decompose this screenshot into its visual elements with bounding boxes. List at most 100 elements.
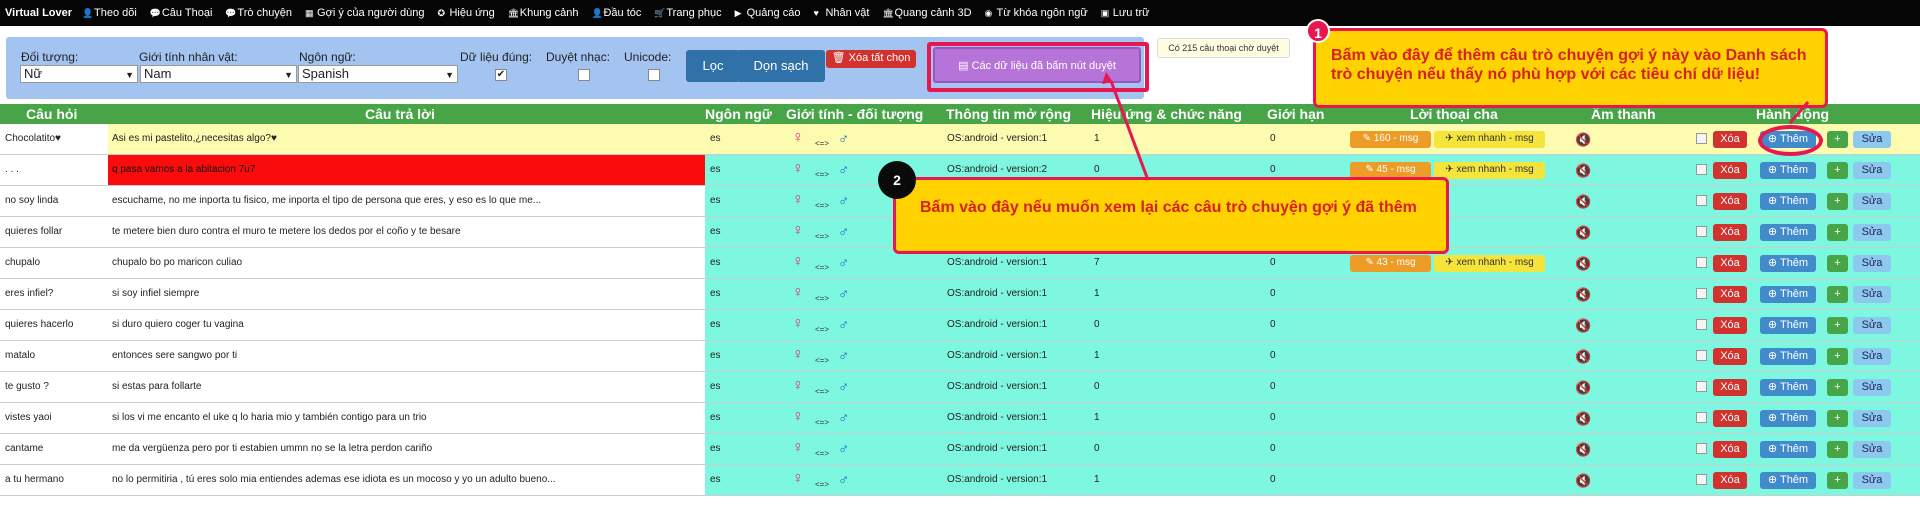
- plus-button[interactable]: +: [1827, 193, 1848, 210]
- nav-item-0[interactable]: 👤 Theo dõi: [82, 7, 137, 19]
- plus-button[interactable]: +: [1827, 379, 1848, 396]
- plus-button[interactable]: +: [1827, 410, 1848, 427]
- subject-select[interactable]: Nữ ▼: [20, 65, 138, 83]
- row-select-checkbox[interactable]: [1696, 443, 1707, 454]
- edit-button[interactable]: Sửa: [1853, 410, 1891, 427]
- delete-button[interactable]: Xóa: [1713, 255, 1747, 272]
- plus-button[interactable]: +: [1827, 472, 1848, 489]
- valid-data-checkbox[interactable]: ✔: [495, 69, 507, 81]
- add-button[interactable]: ⊕ Thêm: [1760, 255, 1816, 272]
- nav-item-6[interactable]: 👤 Đầu tóc: [591, 7, 641, 19]
- nav-item-7[interactable]: 🛒 Trang phục: [654, 7, 721, 19]
- delete-button[interactable]: Xóa: [1713, 131, 1747, 148]
- delete-button[interactable]: Xóa: [1713, 410, 1747, 427]
- plus-button[interactable]: +: [1827, 255, 1848, 272]
- add-button[interactable]: ⊕ Thêm: [1760, 379, 1816, 396]
- header-effect[interactable]: Hiệu ứng & chức năng: [1091, 106, 1242, 122]
- row-select-checkbox[interactable]: [1696, 226, 1707, 237]
- clear-button[interactable]: Dọn sạch: [737, 50, 825, 82]
- delete-button[interactable]: Xóa: [1713, 441, 1747, 458]
- delete-button[interactable]: Xóa: [1713, 317, 1747, 334]
- header-language[interactable]: Ngôn ngữ: [705, 106, 772, 122]
- mute-icon[interactable]: 🔇: [1575, 132, 1591, 148]
- edit-button[interactable]: Sửa: [1853, 193, 1891, 210]
- edit-button[interactable]: Sửa: [1853, 162, 1891, 179]
- parent-msg-button[interactable]: ✎ 160 - msg: [1350, 131, 1431, 148]
- add-button[interactable]: ⊕ Thêm: [1760, 348, 1816, 365]
- quick-view-button[interactable]: ✈ xem nhanh - msg: [1434, 255, 1545, 272]
- edit-button[interactable]: Sửa: [1853, 379, 1891, 396]
- add-button[interactable]: ⊕ Thêm: [1760, 472, 1816, 489]
- delete-button[interactable]: Xóa: [1713, 472, 1747, 489]
- delete-button[interactable]: Xóa: [1713, 348, 1747, 365]
- plus-button[interactable]: +: [1827, 162, 1848, 179]
- language-select[interactable]: Spanish ▼: [298, 65, 458, 83]
- header-limit[interactable]: Giới hạn: [1267, 106, 1324, 122]
- music-approve-checkbox[interactable]: [578, 69, 590, 81]
- plus-button[interactable]: +: [1827, 441, 1848, 458]
- edit-button[interactable]: Sửa: [1853, 131, 1891, 148]
- mute-icon[interactable]: 🔇: [1575, 256, 1591, 272]
- nav-item-5[interactable]: 🏛 Khung cảnh: [508, 7, 579, 19]
- header-question[interactable]: Câu hỏi: [26, 106, 77, 122]
- row-select-checkbox[interactable]: [1696, 412, 1707, 423]
- approved-data-button[interactable]: ▤ Các dữ liệu đã bấm nút duyệt: [933, 47, 1141, 83]
- edit-button[interactable]: Sửa: [1853, 255, 1891, 272]
- edit-button[interactable]: Sửa: [1853, 348, 1891, 365]
- mute-icon[interactable]: 🔇: [1575, 225, 1591, 241]
- mute-icon[interactable]: 🔇: [1575, 442, 1591, 458]
- header-info[interactable]: Thông tin mở rộng: [946, 106, 1071, 122]
- mute-icon[interactable]: 🔇: [1575, 318, 1591, 334]
- header-gender[interactable]: Giới tính - đối tượng: [786, 106, 923, 122]
- add-button[interactable]: ⊕ Thêm: [1760, 410, 1816, 427]
- edit-button[interactable]: Sửa: [1853, 317, 1891, 334]
- edit-button[interactable]: Sửa: [1853, 472, 1891, 489]
- plus-button[interactable]: +: [1827, 286, 1848, 303]
- row-select-checkbox[interactable]: [1696, 350, 1707, 361]
- edit-button[interactable]: Sửa: [1853, 286, 1891, 303]
- add-button[interactable]: ⊕ Thêm: [1760, 193, 1816, 210]
- nav-item-3[interactable]: ▦ Gợi ý của người dùng: [305, 7, 424, 19]
- nav-item-2[interactable]: 💬 Trò chuyện: [225, 7, 292, 19]
- mute-icon[interactable]: 🔇: [1575, 473, 1591, 489]
- header-sound[interactable]: Âm thanh: [1591, 106, 1656, 122]
- row-select-checkbox[interactable]: [1696, 474, 1707, 485]
- nav-item-11[interactable]: ◉ Từ khóa ngôn ngữ: [985, 7, 1088, 19]
- add-button[interactable]: ⊕ Thêm: [1760, 317, 1816, 334]
- plus-button[interactable]: +: [1827, 224, 1848, 241]
- delete-button[interactable]: Xóa: [1713, 286, 1747, 303]
- nav-item-8[interactable]: ▶ Quảng cáo: [735, 7, 801, 19]
- mute-icon[interactable]: 🔇: [1575, 287, 1591, 303]
- header-answer[interactable]: Câu trả lời: [365, 106, 435, 122]
- row-select-checkbox[interactable]: [1696, 319, 1707, 330]
- unicode-checkbox[interactable]: [648, 69, 660, 81]
- add-button[interactable]: ⊕ Thêm: [1760, 224, 1816, 241]
- mute-icon[interactable]: 🔇: [1575, 411, 1591, 427]
- mute-icon[interactable]: 🔇: [1575, 380, 1591, 396]
- delete-button[interactable]: Xóa: [1713, 162, 1747, 179]
- quick-view-button[interactable]: ✈ xem nhanh - msg: [1434, 162, 1545, 179]
- nav-item-4[interactable]: ✪ Hiệu ứng: [437, 7, 494, 19]
- plus-button[interactable]: +: [1827, 317, 1848, 334]
- nav-item-1[interactable]: 💬 Câu Thoại: [150, 7, 213, 19]
- edit-button[interactable]: Sửa: [1853, 441, 1891, 458]
- brand-link[interactable]: Virtual Lover: [5, 7, 72, 19]
- row-select-checkbox[interactable]: [1696, 288, 1707, 299]
- filter-button[interactable]: Lọc: [686, 50, 740, 82]
- edit-button[interactable]: Sửa: [1853, 224, 1891, 241]
- header-action[interactable]: Hành động: [1756, 106, 1829, 122]
- delete-all-button[interactable]: 🗑 Xóa tất chọn: [826, 50, 916, 68]
- quick-view-button[interactable]: ✈ xem nhanh - msg: [1434, 131, 1545, 148]
- delete-button[interactable]: Xóa: [1713, 379, 1747, 396]
- gender-select[interactable]: Nam ▼: [140, 65, 297, 83]
- row-select-checkbox[interactable]: [1696, 381, 1707, 392]
- delete-button[interactable]: Xóa: [1713, 224, 1747, 241]
- add-button[interactable]: ⊕ Thêm: [1760, 441, 1816, 458]
- mute-icon[interactable]: 🔇: [1575, 163, 1591, 179]
- add-button[interactable]: ⊕ Thêm: [1760, 162, 1816, 179]
- plus-button[interactable]: +: [1827, 348, 1848, 365]
- row-select-checkbox[interactable]: [1696, 133, 1707, 144]
- plus-button[interactable]: +: [1827, 131, 1848, 148]
- row-select-checkbox[interactable]: [1696, 195, 1707, 206]
- row-select-checkbox[interactable]: [1696, 257, 1707, 268]
